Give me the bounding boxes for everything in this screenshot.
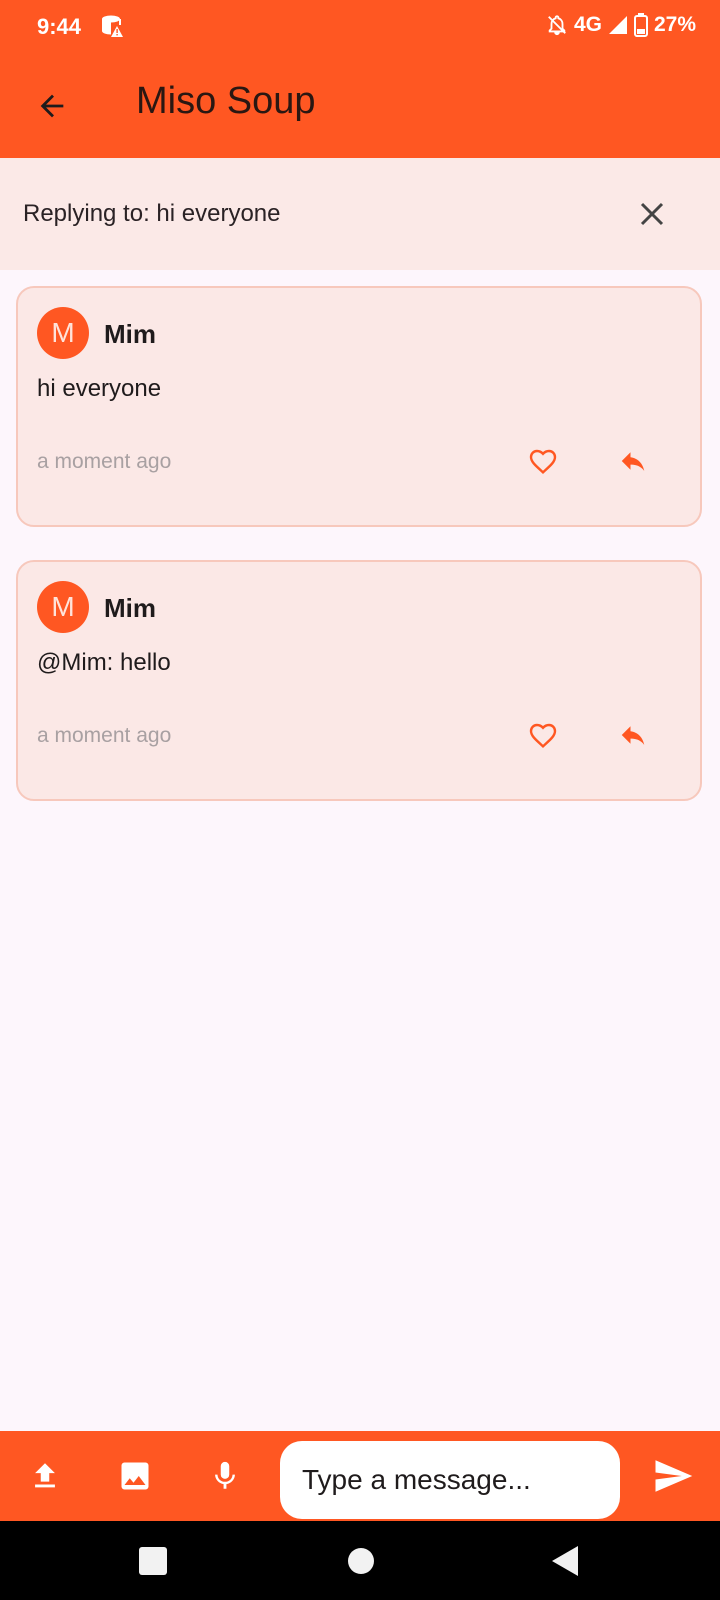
comment-card: M Mim hi everyone a moment ago	[16, 286, 702, 527]
home-button[interactable]	[339, 1539, 383, 1583]
reply-banner-text: Replying to: hi everyone	[23, 200, 281, 227]
message-composer	[0, 1431, 720, 1521]
heart-outline-icon	[529, 723, 557, 748]
battery-percent: 27%	[653, 13, 696, 36]
status-indicators: 4G 27%	[546, 13, 696, 37]
page-title: Miso Soup	[136, 80, 316, 122]
comment-card: M Mim @Mim: hello a moment ago	[16, 560, 702, 801]
comment-body: @Mim: hello	[37, 649, 171, 676]
status-time: 9:44	[37, 14, 82, 39]
signal-icon	[608, 15, 628, 35]
upload-button[interactable]	[22, 1453, 68, 1499]
reply-icon	[621, 452, 645, 471]
message-input[interactable]	[280, 1441, 620, 1519]
home-circle-icon	[348, 1548, 374, 1574]
like-button[interactable]	[524, 716, 562, 754]
database-warning-icon	[100, 14, 126, 40]
recents-button[interactable]	[131, 1539, 175, 1583]
reply-banner: Replying to: hi everyone	[0, 158, 720, 270]
avatar: M	[37, 307, 89, 359]
image-icon	[121, 1462, 149, 1490]
reply-button[interactable]	[614, 442, 652, 480]
back-nav-button[interactable]	[543, 1539, 587, 1583]
app-bar: Miso Soup	[0, 54, 720, 158]
reply-icon	[621, 726, 645, 745]
cancel-reply-button[interactable]	[628, 190, 676, 238]
mic-icon	[215, 1461, 235, 1489]
system-nav-bar	[0, 1521, 720, 1600]
comment-body: hi everyone	[37, 375, 162, 402]
network-type: 4G	[573, 13, 602, 36]
heart-outline-icon	[529, 449, 557, 474]
bell-off-icon	[546, 14, 568, 36]
back-triangle-icon	[552, 1546, 578, 1576]
comment-timestamp: a moment ago	[37, 724, 172, 747]
close-icon	[640, 202, 664, 226]
send-button[interactable]	[650, 1453, 696, 1499]
comment-author: Mim	[104, 593, 156, 623]
recents-square-icon	[139, 1547, 167, 1575]
like-button[interactable]	[524, 442, 562, 480]
reply-button[interactable]	[614, 716, 652, 754]
send-icon	[655, 1460, 693, 1492]
comment-timestamp: a moment ago	[37, 450, 172, 473]
back-button[interactable]	[30, 84, 74, 128]
battery-icon	[633, 13, 648, 37]
image-button[interactable]	[112, 1453, 158, 1499]
mic-button[interactable]	[202, 1453, 248, 1499]
upload-icon	[35, 1463, 55, 1488]
comment-author: Mim	[104, 319, 156, 349]
arrow-back-icon	[40, 94, 64, 118]
avatar: M	[37, 581, 89, 633]
status-bar: 9:44 4G 27%	[0, 0, 720, 54]
